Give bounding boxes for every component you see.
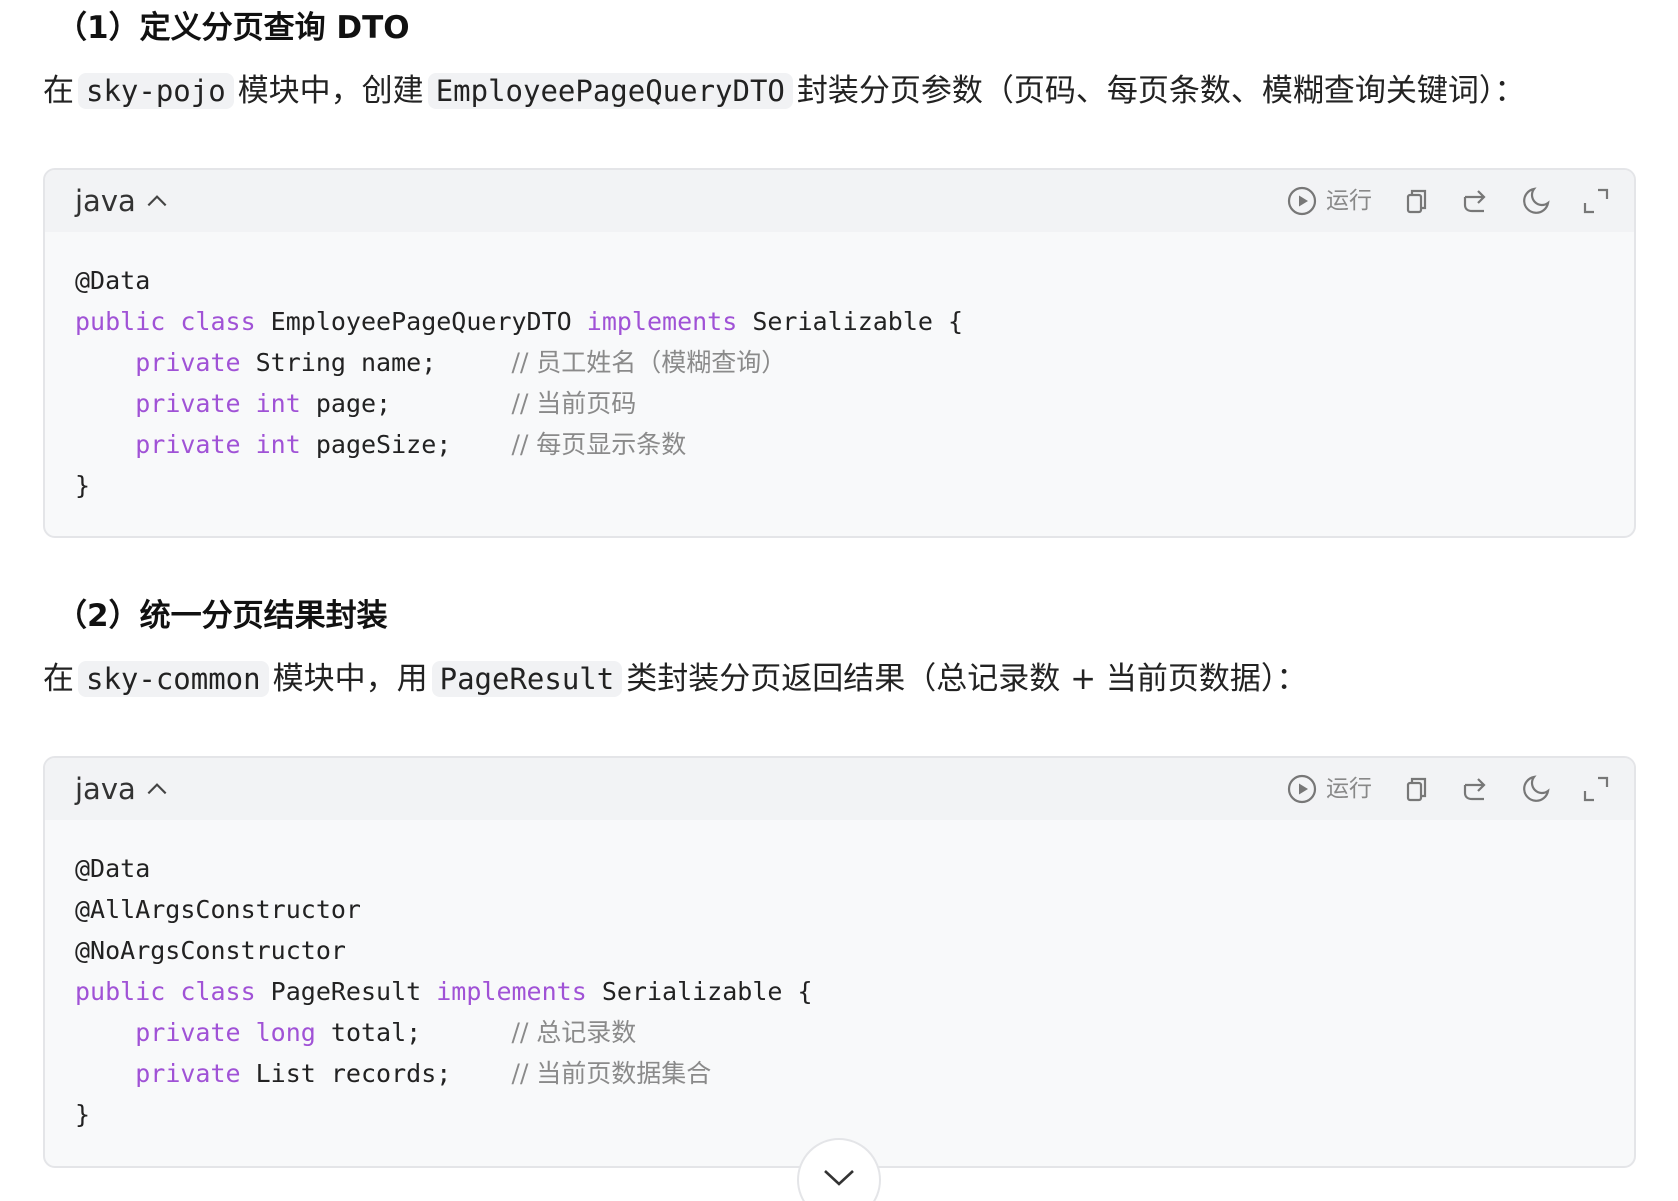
code-toolbar: 运行 (1286, 184, 1612, 218)
inline-code: sky-pojo (78, 73, 234, 109)
section-2-paragraph: 在 sky-common 模块中，用 PageResult 类封装分页返回结果（总记录数… (43, 656, 1307, 702)
theme-moon-icon[interactable] (1520, 773, 1552, 805)
code-line: private List records; // 当前页数据集合 (75, 1053, 1604, 1094)
code-token: List records; (240, 1059, 512, 1088)
copy-icon[interactable] (1400, 185, 1432, 217)
run-label: 运行 (1326, 776, 1372, 802)
para-text: 模块中，创建 (237, 73, 424, 109)
inline-code: PageResult (431, 661, 623, 697)
code-line: @NoArgsConstructor (75, 930, 1604, 971)
code-token: @AllArgsConstructor (75, 895, 361, 924)
code-block-header: java 运行 (45, 170, 1634, 232)
code-keyword: implements (436, 977, 587, 1006)
code-keyword: private long (135, 1018, 316, 1047)
code-keyword: private (135, 1059, 241, 1088)
language-label: java (75, 184, 136, 218)
code-comment: // 当前页码 (511, 389, 637, 418)
code-token: PageResult (255, 977, 437, 1006)
code-keyword: public class (75, 977, 256, 1006)
language-toggle[interactable]: java (75, 183, 170, 219)
language-toggle[interactable]: java (75, 771, 170, 807)
code-line: private long total; // 总记录数 (75, 1012, 1604, 1053)
run-label: 运行 (1326, 188, 1372, 214)
code-keyword: implements (586, 307, 738, 336)
code-token: String name; (240, 348, 512, 377)
code-line: @Data (75, 260, 1604, 301)
code-token: Serializable { (737, 307, 964, 336)
code-block-1: java 运行 @Data public class EmployeePageQu… (43, 168, 1636, 538)
play-circle-icon (1287, 186, 1317, 216)
code-line: private int page; // 当前页码 (75, 383, 1604, 424)
run-button[interactable]: 运行 (1286, 185, 1372, 217)
code-token: @NoArgsConstructor (75, 936, 346, 965)
share-icon[interactable] (1460, 773, 1492, 805)
code-token: pageSize; (300, 430, 512, 459)
code-keyword: private (135, 348, 241, 377)
code-line: private String name; // 员工姓名（模糊查询） (75, 342, 1604, 383)
code-token: page; (300, 389, 512, 418)
code-token: Serializable { (586, 977, 813, 1006)
inline-code: sky-common (78, 661, 269, 697)
code-line: @Data (75, 848, 1604, 889)
chevron-up-icon (147, 195, 167, 207)
code-token: EmployeePageQueryDTO (255, 307, 587, 336)
code-token: @Data (75, 854, 151, 883)
code-toolbar: 运行 (1286, 772, 1612, 806)
code-token: } (75, 1100, 91, 1129)
share-icon[interactable] (1460, 185, 1492, 217)
code-content: @Data public class EmployeePageQueryDTO i… (45, 232, 1634, 526)
language-label: java (75, 772, 136, 806)
code-token: } (75, 471, 91, 500)
para-text: 封装分页参数（页码、每页条数、模糊查询关键词）： (796, 73, 1526, 109)
run-button[interactable]: 运行 (1286, 773, 1372, 805)
code-line: private int pageSize; // 每页显示条数 (75, 424, 1604, 465)
code-keyword: public class (75, 307, 256, 336)
section-1-heading: （1）定义分页查询 DTO (56, 10, 410, 46)
code-line: public class PageResult implements Seria… (75, 971, 1604, 1012)
copy-icon[interactable] (1400, 773, 1432, 805)
page: （1）定义分页查询 DTO 在 sky-pojo 模块中，创建 EmployeePag… (0, 0, 1678, 1201)
para-text: 模块中，用 (272, 661, 428, 697)
para-text: 类封装分页返回结果（总记录数 + 当前页数据）： (626, 661, 1308, 697)
code-block-header: java 运行 (45, 758, 1634, 820)
code-line: @AllArgsConstructor (75, 889, 1604, 930)
code-line: } (75, 1094, 1604, 1135)
inline-code: EmployeePageQueryDTO (427, 73, 793, 109)
code-token: @Data (75, 266, 151, 295)
code-comment: // 总记录数 (511, 1018, 637, 1047)
code-comment: // 每页显示条数 (511, 430, 687, 459)
code-block-2: java 运行 @Data @AllArgsConstructor @NoArgsC… (43, 756, 1636, 1168)
section-1-paragraph: 在 sky-pojo 模块中，创建 EmployeePageQueryDTO 封装分页参… (43, 68, 1525, 114)
code-keyword: private int (135, 430, 301, 459)
code-keyword: private int (135, 389, 301, 418)
code-comment: // 员工姓名（模糊查询） (511, 348, 787, 377)
theme-moon-icon[interactable] (1520, 185, 1552, 217)
para-text: 在 (43, 661, 74, 697)
code-line: public class EmployeePageQueryDTO implem… (75, 301, 1604, 342)
section-2-heading: （2）统一分页结果封装 (56, 598, 388, 634)
fullscreen-icon[interactable] (1580, 185, 1612, 217)
chevron-down-icon (824, 1170, 854, 1186)
para-text: 在 (43, 73, 74, 109)
code-token: total; (315, 1018, 512, 1047)
play-circle-icon (1287, 774, 1317, 804)
code-line: } (75, 465, 1604, 506)
fullscreen-icon[interactable] (1580, 773, 1612, 805)
chevron-up-icon (147, 783, 167, 795)
code-comment: // 当前页数据集合 (511, 1059, 712, 1088)
code-content: @Data @AllArgsConstructor @NoArgsConstruct… (45, 820, 1634, 1155)
